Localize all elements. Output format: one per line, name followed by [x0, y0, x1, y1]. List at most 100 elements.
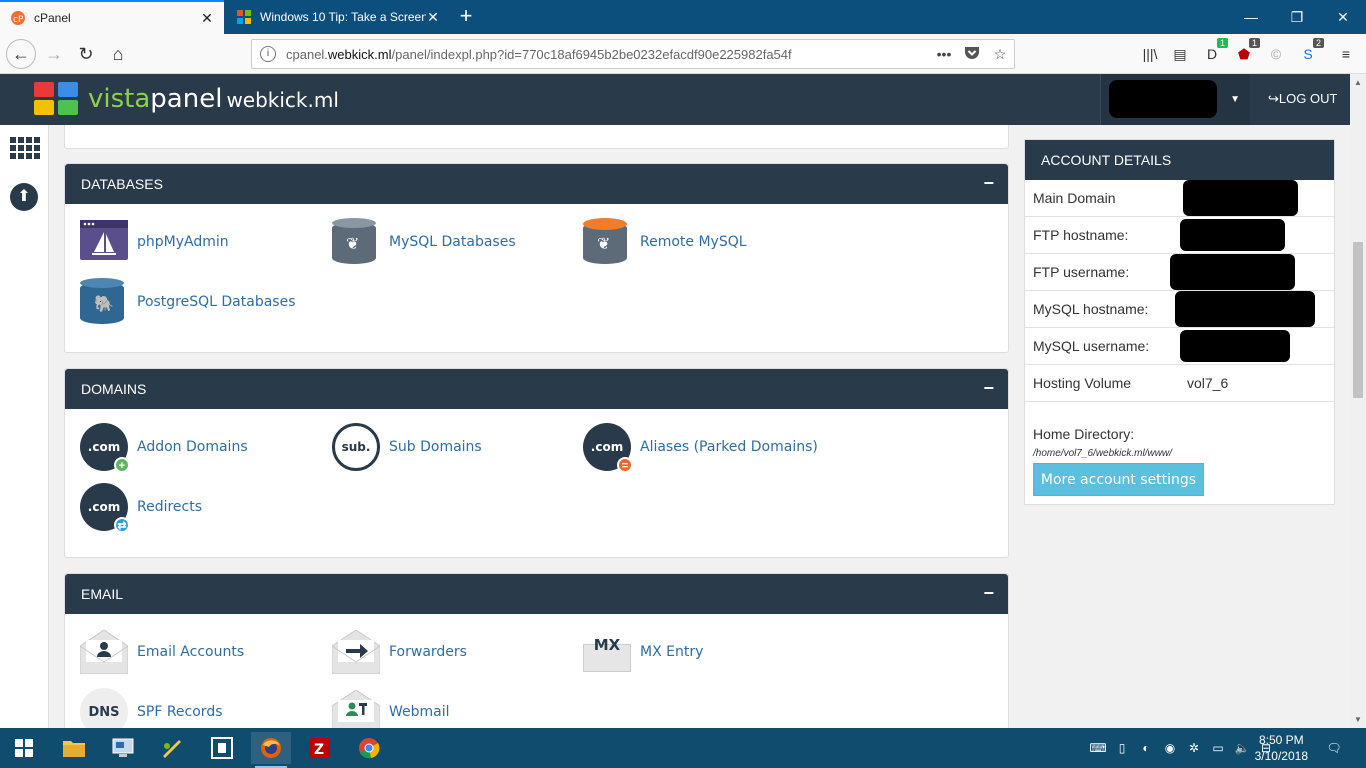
- tab-windows-tip[interactable]: Windows 10 Tip: Take a Screen ✕: [226, 0, 450, 34]
- postgresql-databases-link[interactable]: 🐘 PostgreSQL Databases: [80, 278, 296, 326]
- brand-name[interactable]: vistapanel webkick.ml: [88, 84, 339, 114]
- extension-s-icon[interactable]: S2: [1298, 38, 1324, 64]
- extension-c-icon[interactable]: ©: [1266, 44, 1286, 64]
- taskbar-clock[interactable]: 8:50 PM 3/10/2018: [1255, 732, 1308, 764]
- forwarder-icon: [331, 628, 381, 676]
- volume-icon[interactable]: 🔈: [1230, 741, 1254, 755]
- chrome-icon[interactable]: [349, 732, 389, 764]
- back-button[interactable]: ←: [6, 39, 36, 69]
- url-text[interactable]: cpanel.webkick.ml/panel/indexpl.php?id=7…: [286, 47, 930, 62]
- scroll-down-icon[interactable]: ▼: [1350, 715, 1366, 724]
- page-scrollbar[interactable]: ▲ ▼: [1350, 74, 1366, 728]
- phpmyadmin-icon: [80, 218, 128, 266]
- scrollbar-thumb[interactable]: [1353, 242, 1363, 398]
- mx-entry-link[interactable]: MX MX Entry: [583, 628, 703, 676]
- file-explorer-icon[interactable]: [54, 732, 94, 764]
- spf-records-link[interactable]: DNS SPF Records: [80, 688, 223, 728]
- tab-cpanel[interactable]: cP cPanel ✕: [0, 0, 224, 34]
- tab-title: cPanel: [34, 11, 71, 25]
- tray-app-icon[interactable]: ◐: [1134, 741, 1158, 755]
- account-row: Hosting Volume vol7_6: [1025, 365, 1334, 402]
- aliases-link[interactable]: .com = Aliases (Parked Domains): [583, 423, 818, 473]
- caret-down-icon: ▼: [1230, 94, 1240, 105]
- minimize-button[interactable]: —: [1228, 0, 1274, 34]
- panel-title: EMAIL: [81, 586, 124, 602]
- menu-icon[interactable]: ≡: [1336, 44, 1356, 64]
- ublock-icon[interactable]: ⬟ 1: [1234, 38, 1260, 64]
- account-row: MySQL username:: [1025, 328, 1334, 365]
- email-accounts-link[interactable]: Email Accounts: [79, 628, 245, 676]
- upload-icon[interactable]: ⬆: [10, 183, 38, 211]
- addon-domains-link[interactable]: .com + Addon Domains: [80, 423, 248, 473]
- tray-keyboard-icon[interactable]: ⌨: [1086, 741, 1110, 755]
- mysql-databases-link[interactable]: ❦ MySQL Databases: [332, 218, 516, 266]
- site-info-icon[interactable]: i: [260, 46, 276, 62]
- forward-button[interactable]: →: [40, 40, 68, 68]
- windows-favicon-icon: [236, 9, 252, 25]
- tab-close-icon[interactable]: ✕: [200, 10, 214, 27]
- home-directory: Home Directory: /home/vol7_6/webkick.ml/…: [1025, 402, 1334, 504]
- sandbox-app-icon[interactable]: [202, 732, 242, 764]
- collapse-icon[interactable]: −: [983, 173, 994, 194]
- notifications-icon[interactable]: 🗨: [1322, 728, 1346, 768]
- email-panel-header[interactable]: EMAIL −: [65, 574, 1008, 614]
- item-label: PostgreSQL Databases: [137, 294, 296, 310]
- collapse-icon[interactable]: −: [983, 378, 994, 399]
- remote-desktop-icon[interactable]: [103, 732, 143, 764]
- postgresql-icon: 🐘: [80, 278, 128, 326]
- item-label: Aliases (Parked Domains): [640, 439, 818, 455]
- sidebar-icon[interactable]: ▤: [1170, 44, 1190, 64]
- email-account-icon: [79, 628, 129, 676]
- item-label: Email Accounts: [137, 644, 245, 660]
- library-icon[interactable]: |||\: [1140, 44, 1160, 64]
- redacted-value: [1180, 219, 1285, 251]
- user-menu[interactable]: ▼: [1100, 74, 1250, 125]
- bookmark-star-icon[interactable]: ☆: [986, 46, 1014, 63]
- domains-panel-header[interactable]: DOMAINS −: [65, 369, 1008, 409]
- restore-button[interactable]: ❐: [1274, 0, 1320, 34]
- redacted-value: [1183, 180, 1298, 216]
- item-label: Webmail: [389, 704, 450, 720]
- extension-d-icon[interactable]: D1: [1202, 38, 1228, 64]
- apps-grid-icon[interactable]: [10, 137, 40, 159]
- firefox-icon[interactable]: [251, 732, 291, 768]
- subdomain-icon: sub.: [332, 423, 380, 471]
- scroll-up-icon[interactable]: ▲: [1350, 78, 1366, 87]
- filezilla-icon[interactable]: Z: [300, 732, 340, 764]
- tray-colors-icon[interactable]: ✲: [1182, 741, 1206, 755]
- battery-icon[interactable]: ▭: [1206, 741, 1230, 755]
- item-label: phpMyAdmin: [137, 234, 229, 250]
- page-actions-icon[interactable]: •••: [930, 46, 958, 62]
- collapse-icon[interactable]: −: [983, 583, 994, 604]
- windows-taskbar: Z ⌨ ▯ ◐ ◉ ✲ ▭ 🔈 ⊟ 8:50 PM 3/10/2018 🗨: [0, 728, 1366, 768]
- home-button[interactable]: ⌂: [104, 40, 132, 68]
- start-button[interactable]: [4, 732, 44, 764]
- hosting-volume-value: vol7_6: [1187, 375, 1229, 391]
- pocket-icon[interactable]: [958, 46, 986, 63]
- tray-chrome-icon[interactable]: ◉: [1158, 741, 1182, 755]
- item-label: Redirects: [137, 499, 203, 515]
- redacted-value: [1170, 254, 1295, 290]
- more-account-settings-button[interactable]: More account settings: [1033, 463, 1204, 496]
- logout-button[interactable]: ↪LOG OUT: [1268, 91, 1337, 107]
- tray-usb-icon[interactable]: ▯: [1110, 741, 1134, 755]
- forwarders-link[interactable]: Forwarders: [331, 628, 467, 676]
- reload-button[interactable]: ↻: [72, 40, 100, 68]
- item-label: MySQL Databases: [389, 234, 516, 250]
- site-name: webkick.ml: [226, 88, 339, 112]
- item-label: Addon Domains: [137, 439, 248, 455]
- databases-panel-header[interactable]: DATABASES −: [65, 164, 1008, 204]
- new-tab-button[interactable]: +: [454, 5, 478, 29]
- mx-entry-icon: MX: [583, 628, 631, 676]
- sub-domains-link[interactable]: sub. Sub Domains: [332, 423, 482, 471]
- remote-mysql-link[interactable]: ❦ Remote MySQL: [583, 218, 747, 266]
- tab-close-icon[interactable]: ✕: [426, 9, 440, 26]
- redirects-link[interactable]: .com ⇄ Redirects: [80, 483, 203, 533]
- svg-text:Z: Z: [314, 742, 324, 758]
- address-bar[interactable]: i cpanel.webkick.ml/panel/indexpl.php?id…: [251, 39, 1015, 69]
- close-window-button[interactable]: ✕: [1320, 0, 1366, 34]
- dns-icon: DNS: [80, 688, 128, 728]
- phpmyadmin-link[interactable]: phpMyAdmin: [80, 218, 229, 266]
- paint-tool-icon[interactable]: [152, 732, 192, 764]
- webmail-link[interactable]: Webmail: [331, 688, 450, 728]
